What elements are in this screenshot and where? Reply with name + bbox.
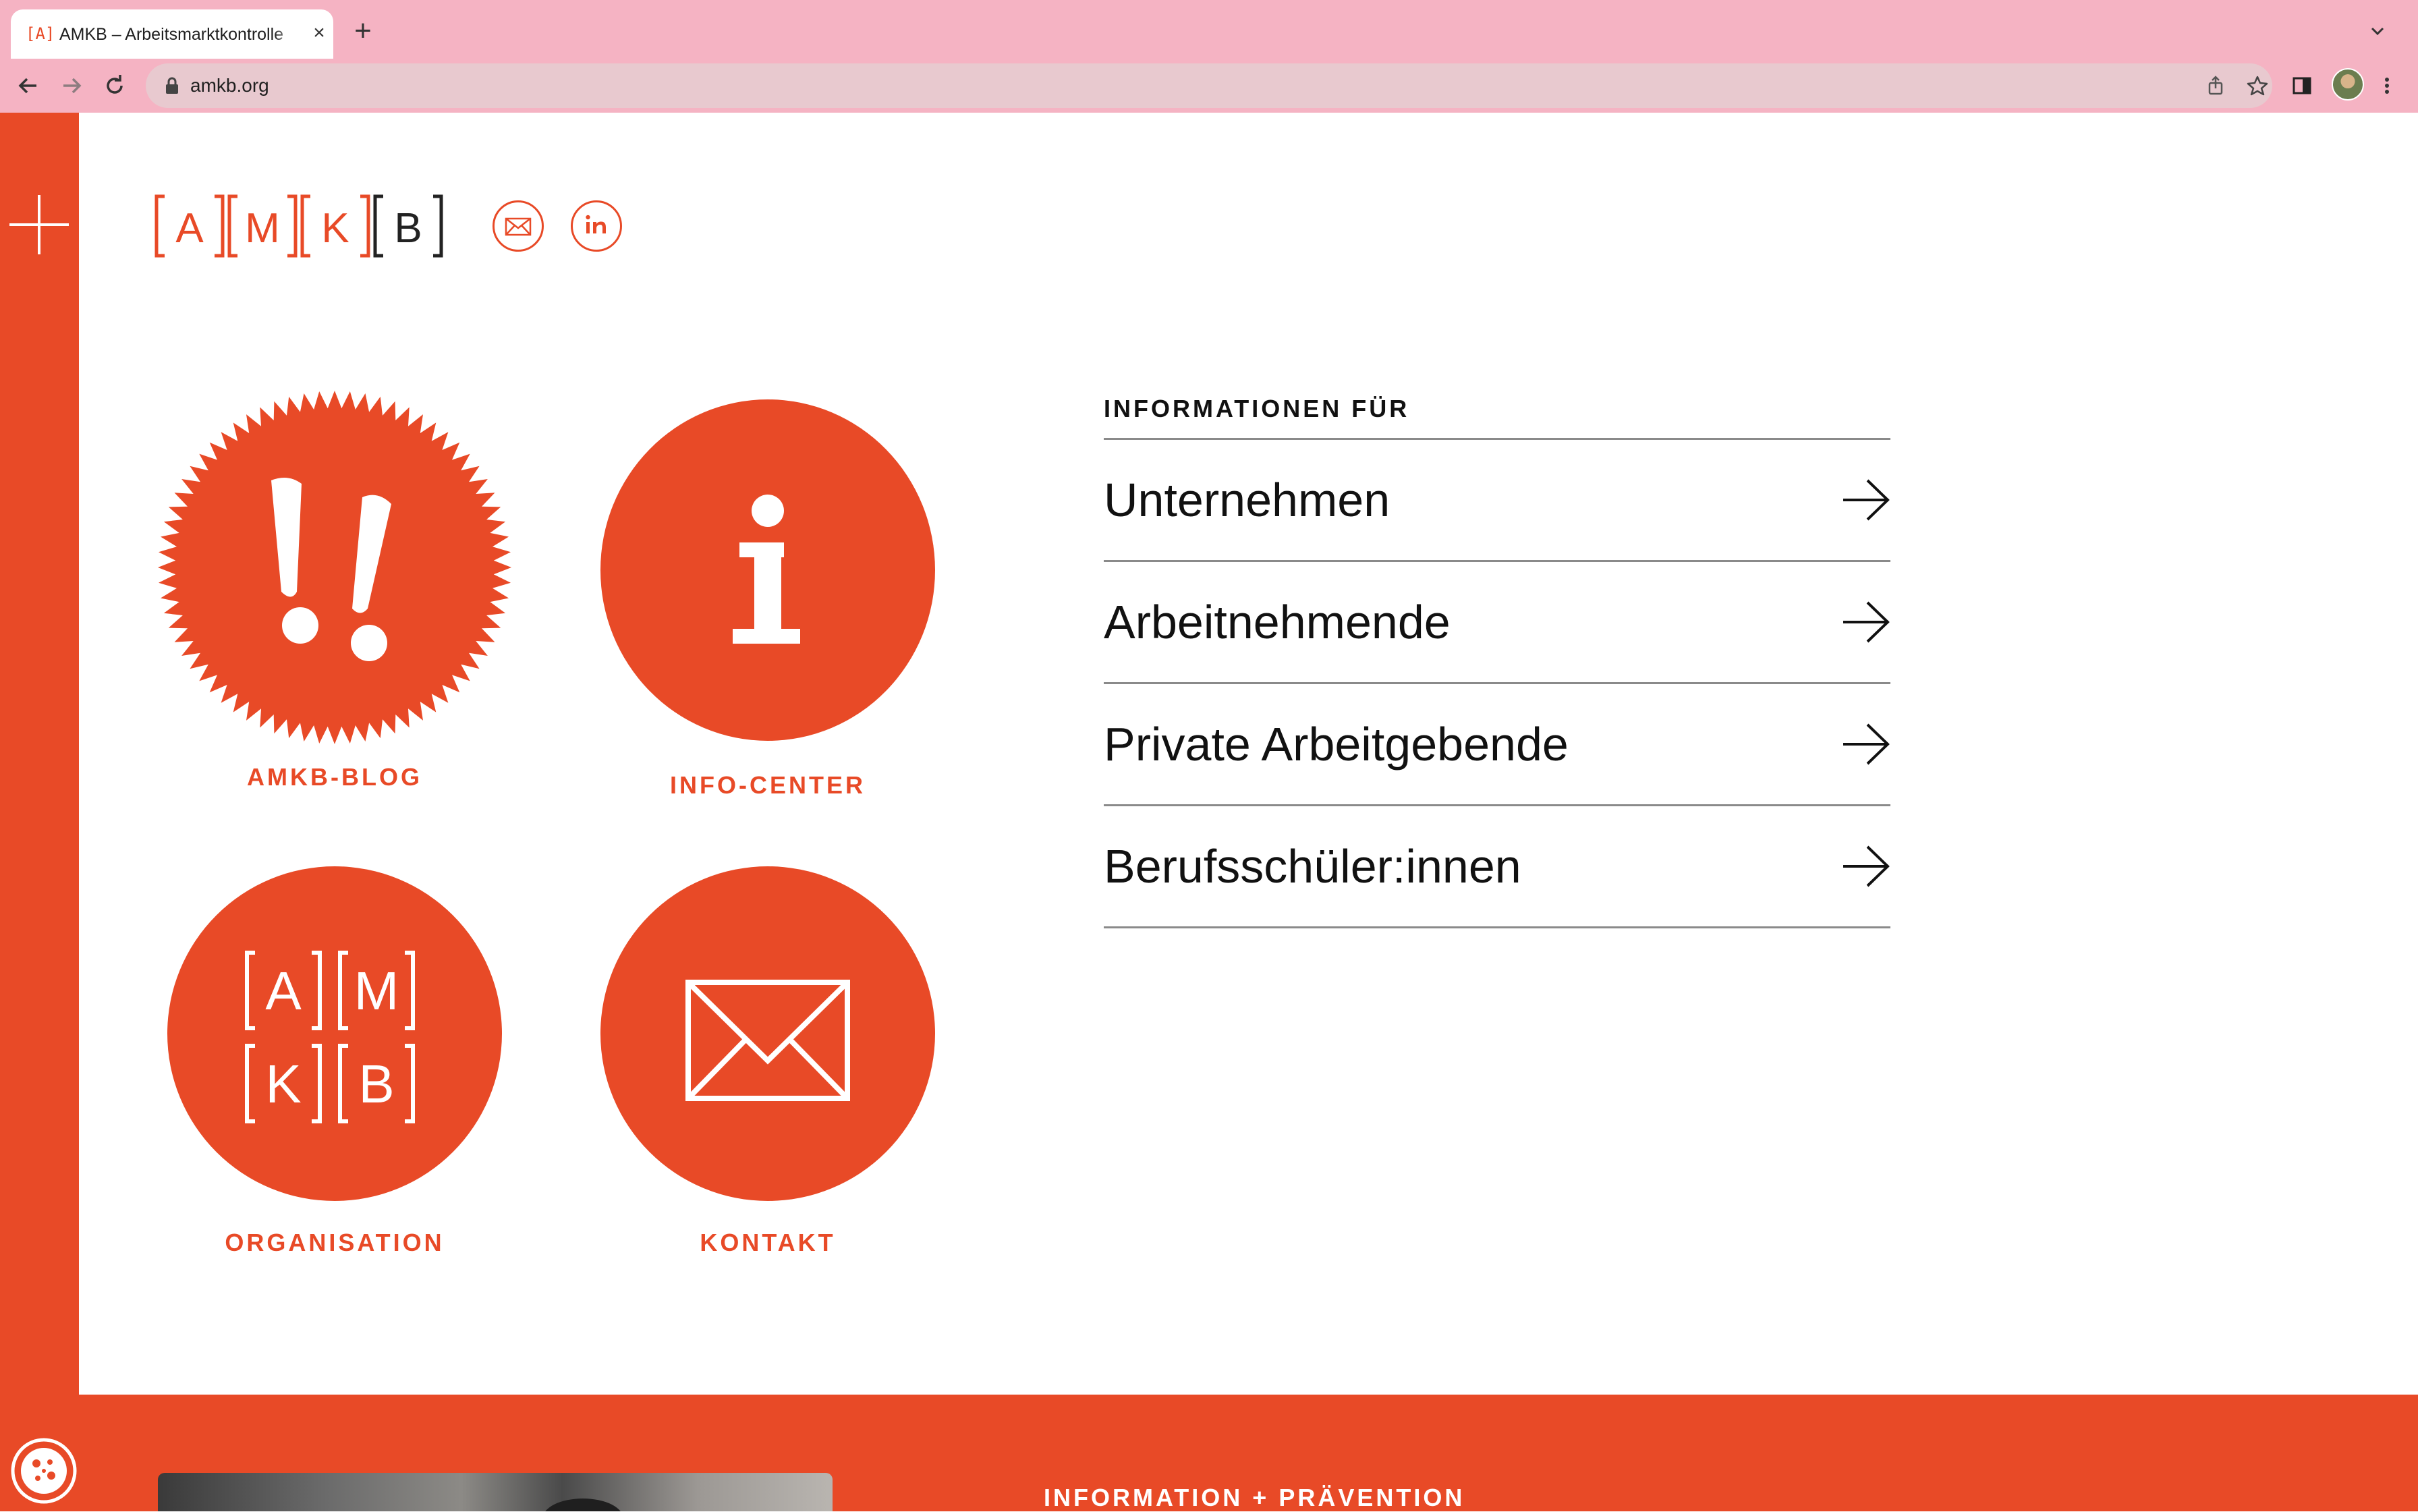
exclamation-badge-icon: [158, 391, 511, 744]
chevron-down-icon[interactable]: [2365, 19, 2390, 43]
reload-icon[interactable]: [100, 71, 130, 101]
amkb-logo[interactable]: A M K B: [152, 191, 449, 262]
new-tab-button[interactable]: +: [349, 16, 376, 46]
close-icon[interactable]: ×: [308, 22, 331, 45]
photo-detail: [542, 1499, 623, 1511]
info-center-tile[interactable]: [600, 399, 935, 741]
browser-tab-strip: [A] AMKB – Arbeitsmarktkontrolle × +: [0, 0, 2418, 59]
info-link-arbeitnehmende[interactable]: Arbeitnehmende: [1104, 562, 1890, 682]
linkedin-icon: [586, 215, 606, 233]
blog-tile[interactable]: [157, 389, 513, 746]
section-heading: INFORMATION + PRÄVENTION: [1044, 1484, 1465, 1511]
lock-icon: [166, 77, 178, 94]
tab-favicon: [A]: [26, 24, 55, 43]
contact-label[interactable]: KONTAKT: [606, 1229, 930, 1257]
linkedin-social-button[interactable]: [571, 200, 622, 252]
info-link-label: Unternehmen: [1104, 474, 1390, 526]
share-icon[interactable]: [2203, 74, 2228, 98]
mail-social-button[interactable]: [493, 200, 544, 252]
star-icon[interactable]: [2245, 74, 2270, 98]
browser-tab[interactable]: [A] AMKB – Arbeitsmarktkontrolle ×: [11, 9, 333, 59]
logo-letter: B: [394, 205, 422, 252]
blog-label[interactable]: AMKB-BLOG: [173, 763, 497, 791]
logo-letter: A: [175, 205, 204, 252]
org-logo-letter: A: [265, 961, 302, 1021]
info-link-unternehmen[interactable]: Unternehmen: [1104, 440, 1890, 560]
cookie-settings-icon[interactable]: [9, 1436, 78, 1505]
section-photo[interactable]: [158, 1473, 833, 1511]
logo-letter: M: [245, 205, 280, 252]
info-link-label: Arbeitnehmende: [1104, 596, 1451, 648]
info-center-label[interactable]: INFO-CENTER: [606, 771, 930, 800]
info-link-label: Berufsschüler:innen: [1104, 840, 1521, 893]
browser-toolbar: amkb.org: [0, 59, 2418, 113]
more-vert-icon[interactable]: [2375, 74, 2399, 98]
info-link-private-arbeitgebende[interactable]: Private Arbeitgebende: [1104, 684, 1890, 804]
tab-title: AMKB – Arbeitsmarktkontrolle: [59, 23, 301, 46]
arrow-right-icon[interactable]: [57, 71, 86, 101]
logo-letter: K: [321, 205, 349, 252]
contact-tile[interactable]: [600, 866, 935, 1201]
arrow-right-icon: [1843, 845, 1890, 887]
arrow-right-icon: [1843, 723, 1890, 765]
info-link-berufsschueler[interactable]: Berufsschüler:innen: [1104, 806, 1890, 926]
side-rail: [0, 113, 79, 1511]
organisation-label[interactable]: ORGANISATION: [173, 1229, 497, 1257]
information-praevention-section: INFORMATION + PRÄVENTION: [79, 1395, 2418, 1511]
info-for-heading: INFORMATIONEN FÜR: [1104, 395, 1410, 422]
arrow-left-icon[interactable]: [13, 71, 43, 101]
arrow-right-icon: [1843, 601, 1890, 643]
address-bar[interactable]: amkb.org: [146, 63, 2272, 108]
info-link-label: Private Arbeitgebende: [1104, 718, 1569, 771]
mail-icon: [505, 217, 532, 236]
arrow-right-icon: [1843, 479, 1890, 521]
organisation-tile[interactable]: A M K B: [167, 866, 502, 1201]
profile-avatar[interactable]: [2332, 68, 2364, 101]
org-logo-letter: M: [354, 961, 399, 1021]
page-content: A M K B AMKB-BLOG INFO-CENTER A M K B OR…: [0, 113, 2418, 1511]
url-text: amkb.org: [190, 75, 269, 96]
divider: [1104, 926, 1890, 928]
org-logo-letter: K: [265, 1054, 301, 1114]
side-panel-icon[interactable]: [2290, 74, 2314, 98]
org-logo-letter: B: [358, 1054, 394, 1114]
menu-plus-icon[interactable]: [8, 194, 70, 256]
